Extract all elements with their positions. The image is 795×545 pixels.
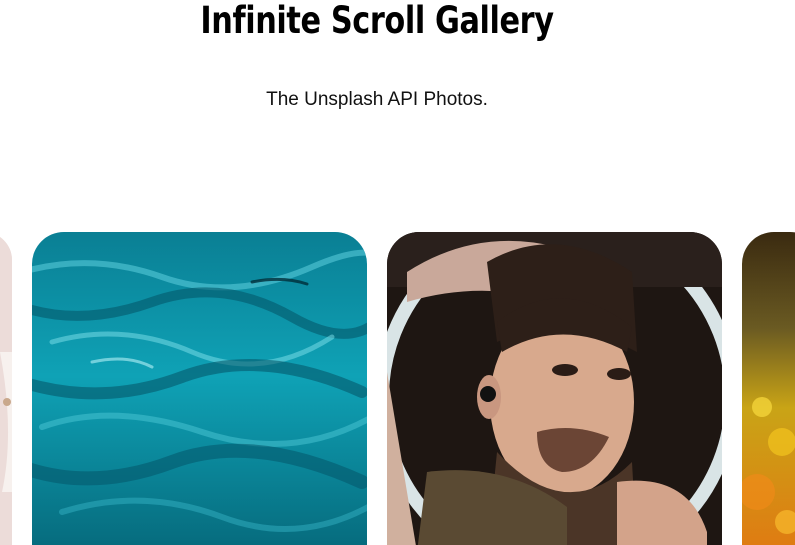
partial-photo-left <box>0 232 12 545</box>
photo-card-partial-right[interactable] <box>742 232 795 545</box>
partial-photo-right <box>742 232 795 545</box>
man-portrait-photo <box>387 232 722 545</box>
page-title: Infinite Scroll Gallery <box>200 0 554 42</box>
photo-gallery[interactable] <box>0 232 795 545</box>
photo-card-partial-left[interactable] <box>0 232 12 545</box>
photo-card-portrait[interactable] <box>387 232 722 545</box>
photo-card-water[interactable] <box>32 232 367 545</box>
page-subtitle: The Unsplash API Photos. <box>266 89 488 110</box>
water-surface-photo <box>32 232 367 545</box>
gallery-page: Infinite Scroll Gallery The Unsplash API… <box>0 0 795 545</box>
